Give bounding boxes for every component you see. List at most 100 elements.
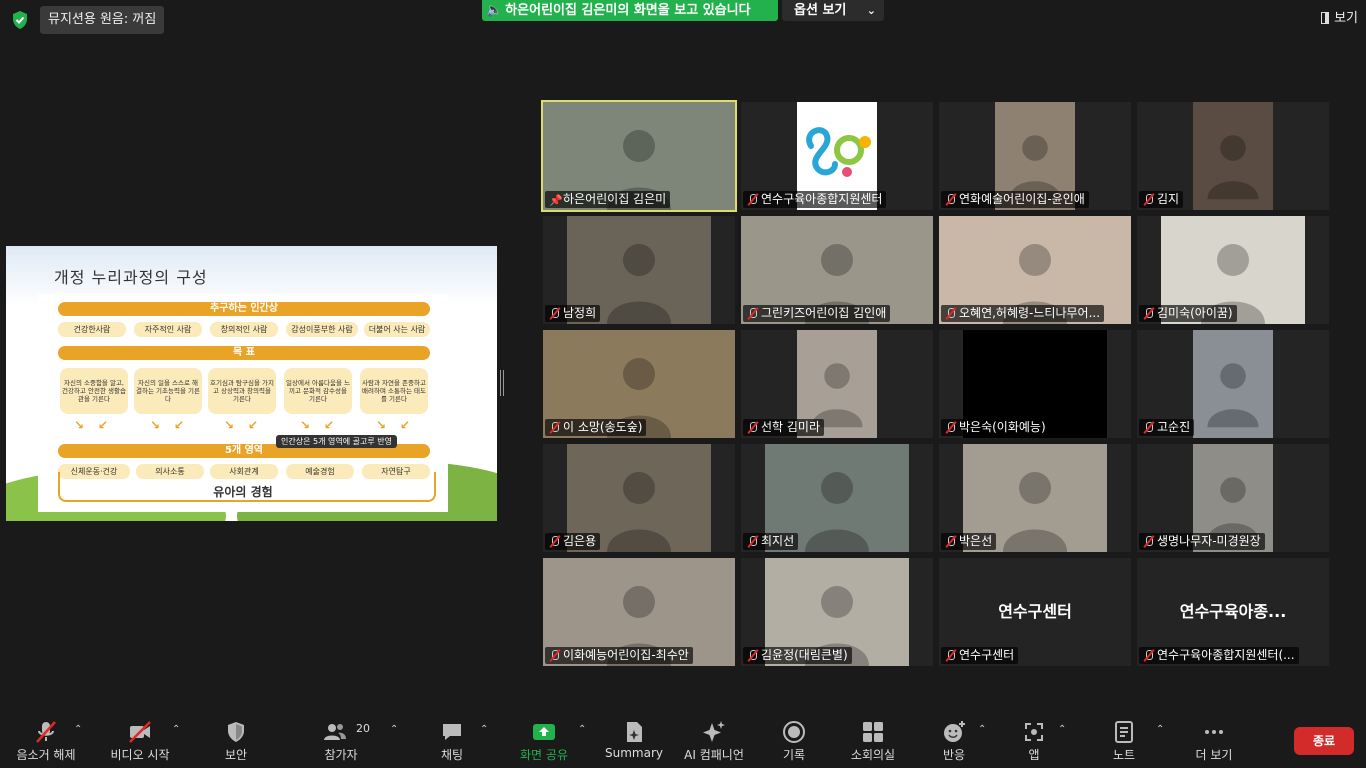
participant-tile[interactable]: 김은용 <box>543 444 735 552</box>
chat-options-caret-icon[interactable]: ⌃ <box>480 724 488 735</box>
arrow-icon: ↙ <box>174 418 185 432</box>
participant-name-tag: 연수구육아종합지원센터 <box>743 191 887 208</box>
meeting-toolbar: 음소거 해제 ⌃ 비디오 시작 ⌃ 보안 20 참가자 ⌃ 채팅 ⌃ 화면 공유… <box>0 712 1366 768</box>
participant-name-tag: 오혜연,허혜령-느티나무어... <box>941 305 1105 322</box>
share-screen-button[interactable]: 화면 공유 <box>512 712 576 768</box>
apps-options-caret-icon[interactable]: ⌃ <box>1058 724 1066 735</box>
summary-label: Summary <box>605 746 663 760</box>
participant-tile[interactable]: 박은선 <box>939 444 1131 552</box>
participant-name-tag: 연화예술어린이집-윤인애 <box>941 191 1089 208</box>
participant-tile[interactable]: 그린키즈어린이집 김인애 <box>741 216 933 324</box>
participant-name-tag: 김미숙(아이꿈) <box>1139 305 1237 322</box>
mic-muted-icon <box>549 650 560 661</box>
spotlight-pin-icon: 📌 <box>549 194 563 207</box>
participant-tile[interactable]: 📌 하은어린이집 김은미 <box>541 100 737 212</box>
arrow-icon: ↘ <box>74 418 85 432</box>
participant-tile[interactable]: 연수구육아종합지원센터 <box>741 102 933 210</box>
start-video-button[interactable]: 비디오 시작 <box>102 712 178 768</box>
participant-tile[interactable]: 김미숙(아이꿈) <box>1137 216 1329 324</box>
participant-name: 김은용 <box>563 534 597 548</box>
arrow-icon: ↙ <box>248 418 259 432</box>
participant-tile[interactable]: 김윤정(대림큰별) <box>741 558 933 666</box>
end-meeting-button[interactable]: 종료 <box>1294 727 1354 755</box>
summary-button[interactable]: Summary <box>602 712 666 768</box>
participant-name: 연수구육아종합지원센터 <box>761 192 883 206</box>
mic-muted-icon <box>1143 194 1154 205</box>
view-options-button[interactable]: 옵션 보기 ⌄ <box>782 0 884 21</box>
participant-name-tag: 그린키즈어린이집 김인애 <box>743 305 891 322</box>
participant-tile[interactable]: 박은숙(이화예능) <box>939 330 1131 438</box>
participant-name: 오혜연,허혜령-느티나무어... <box>959 306 1101 320</box>
chat-button[interactable]: 채팅 <box>422 712 482 768</box>
audio-options-caret-icon[interactable]: ⌃ <box>74 724 82 735</box>
participant-tile[interactable]: 연수구육아종... 연수구육아종합지원센터(... <box>1137 558 1329 666</box>
view-options-label: 옵션 보기 <box>794 3 847 18</box>
mic-muted-icon <box>945 194 956 205</box>
notes-icon <box>1115 721 1133 743</box>
view-button[interactable]: 보기 <box>1321 8 1358 30</box>
breakout-rooms-icon <box>863 722 883 742</box>
notes-button[interactable]: 노트 <box>1102 712 1146 768</box>
participants-options-caret-icon[interactable]: ⌃ <box>390 724 398 735</box>
mic-muted-icon <box>1143 422 1154 433</box>
record-icon <box>783 721 805 743</box>
participant-tile[interactable]: 오혜연,허혜령-느티나무어... <box>939 216 1131 324</box>
participant-name-tag: 이 소망(송도숲) <box>545 419 647 436</box>
participant-name: 김미숙(아이꿈) <box>1157 306 1233 320</box>
original-sound-status[interactable]: 뮤지션용 원음: 꺼짐 <box>40 6 165 34</box>
reactions-options-caret-icon[interactable]: ⌃ <box>978 724 986 735</box>
record-button[interactable]: 기록 <box>768 712 820 768</box>
share-banner-text: 하은어린이집 김은미의 화면을 보고 있습니다 <box>505 3 751 18</box>
participant-tile[interactable]: 김지 <box>1137 102 1329 210</box>
arrow-icon: ↙ <box>98 418 109 432</box>
chevron-down-icon: ⌄ <box>866 4 876 17</box>
participant-name-tag: 연수구육아종합지원센터(... <box>1139 647 1299 664</box>
breakout-rooms-button[interactable]: 소회의실 <box>842 712 904 768</box>
apps-label: 앱 <box>1028 748 1040 762</box>
unmute-button[interactable]: 음소거 해제 <box>8 712 84 768</box>
arrow-icon: ↘ <box>376 418 387 432</box>
participant-tile[interactable]: 연화예술어린이집-윤인애 <box>939 102 1131 210</box>
participant-tile[interactable]: 선학 김미라 <box>741 330 933 438</box>
participant-video <box>1193 330 1273 438</box>
participant-tile[interactable]: 연수구센터 연수구센터 <box>939 558 1131 666</box>
slide-title: 개정 누리과정의 구성 <box>54 268 208 287</box>
share-screen-icon <box>533 724 555 740</box>
participant-tile[interactable]: 이 소망(송도숲) <box>543 330 735 438</box>
video-options-caret-icon[interactable]: ⌃ <box>172 724 180 735</box>
security-button[interactable]: 보안 <box>206 712 266 768</box>
participant-silhouette-icon <box>1207 135 1259 200</box>
reactions-button[interactable]: 반응 <box>930 712 978 768</box>
mic-muted-icon <box>747 650 758 661</box>
share-options-caret-icon[interactable]: ⌃ <box>578 724 586 735</box>
mic-muted-icon <box>747 194 758 205</box>
participant-name-tag: 김지 <box>1139 191 1184 208</box>
participant-tile[interactable]: 남정희 <box>543 216 735 324</box>
record-label: 기록 <box>782 748 806 762</box>
mic-muted-icon <box>36 721 56 743</box>
human-item: 더불어 사는 사람 <box>364 322 430 337</box>
mic-muted-icon <box>747 308 758 319</box>
more-button[interactable]: 더 보기 <box>1186 712 1242 768</box>
arrow-icon: ↘ <box>224 418 235 432</box>
encryption-shield-icon[interactable] <box>10 10 30 30</box>
participant-display-name: 연수구센터 <box>998 602 1072 621</box>
slide-tag: 인간상은 5개 영역에 골고루 반영 <box>276 435 397 448</box>
participant-tile[interactable]: 최지선 <box>741 444 933 552</box>
goal-item: 자신의 소중함을 알고, 건강하고 안전한 생활습관을 기른다 <box>60 368 128 414</box>
goal-item: 자신의 일을 스스로 해결하는 기초능력을 기른다 <box>134 368 202 414</box>
participant-tile[interactable]: 이화예능어린이집-최수안 <box>543 558 735 666</box>
human-item: 창의적인 사람 <box>210 322 278 337</box>
apps-button[interactable]: 앱 <box>1014 712 1054 768</box>
gallery-view-icon <box>1321 12 1330 24</box>
participant-tile[interactable]: 생명나무자-미경원장 <box>1137 444 1329 552</box>
goal-item: 일상에서 아름다움을 느끼고 문화적 감수성을 기른다 <box>284 368 352 414</box>
mic-muted-icon <box>747 422 758 433</box>
notes-options-caret-icon[interactable]: ⌃ <box>1156 724 1164 735</box>
mic-muted-icon <box>945 308 956 319</box>
ai-companion-button[interactable]: AI 컴패니언 <box>678 712 750 768</box>
participant-tile[interactable]: 고순진 <box>1137 330 1329 438</box>
splitter-handle[interactable] <box>500 370 504 396</box>
participants-button[interactable]: 20 참가자 <box>310 712 372 768</box>
speaker-icon: 🔈 <box>486 3 503 18</box>
